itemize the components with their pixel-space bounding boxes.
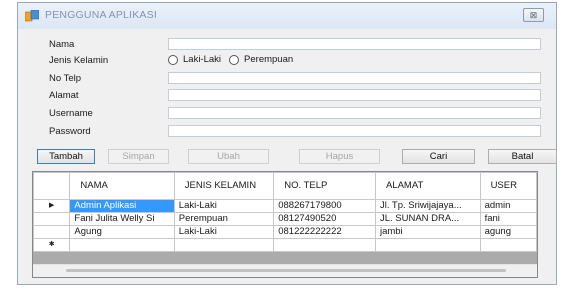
no-telp-label: No Telp bbox=[49, 73, 82, 84]
cell-user[interactable]: agung bbox=[479, 225, 537, 239]
cell-nama[interactable]: Fani Julita Welly Si bbox=[69, 212, 175, 226]
new-row-icon[interactable]: ✱ bbox=[33, 238, 71, 252]
column-header-alamat[interactable]: ALAMAT bbox=[374, 172, 481, 200]
cell-jenis-kelamin[interactable]: Perempuan bbox=[173, 212, 275, 226]
current-row-icon[interactable]: ▶ bbox=[33, 199, 71, 213]
cell-alamat[interactable]: JL. SUNAN DRA... bbox=[374, 212, 481, 226]
cell-user[interactable] bbox=[479, 238, 537, 252]
cell-jenis-kelamin[interactable] bbox=[173, 238, 275, 252]
simpan-button[interactable]: Simpan bbox=[108, 149, 169, 164]
row-header-corner[interactable] bbox=[33, 172, 71, 200]
cell-jenis-kelamin[interactable]: Laki-Laki bbox=[173, 199, 275, 213]
jenis-kelamin-label: Jenis Kelamin bbox=[49, 55, 109, 66]
no-telp-row: No Telp bbox=[32, 71, 546, 87]
window-title: PENGGUNA APLIKASI bbox=[45, 9, 157, 21]
cell-alamat[interactable]: jambi bbox=[374, 225, 481, 239]
cell-alamat[interactable]: Jl. Tp. Sriwijajaya... bbox=[374, 199, 481, 213]
cell-user[interactable]: admin bbox=[479, 199, 537, 213]
column-header-jenis-kelamin[interactable]: JENIS KELAMIN bbox=[173, 172, 275, 200]
jenis-kelamin-row: Jenis Kelamin Laki-Laki Perempuan bbox=[32, 53, 546, 69]
column-header-user[interactable]: USER bbox=[479, 172, 537, 200]
scrollbar-thumb[interactable] bbox=[66, 269, 506, 272]
password-input[interactable] bbox=[168, 125, 541, 137]
nama-input[interactable] bbox=[168, 38, 541, 50]
gender-radio-group: Laki-Laki Perempuan bbox=[168, 54, 301, 65]
column-header-nama[interactable]: NAMA bbox=[69, 172, 175, 200]
cell-no-telp[interactable] bbox=[273, 238, 376, 252]
cell-no-telp[interactable]: 08127490520 bbox=[273, 212, 376, 226]
column-header-no-telp[interactable]: NO. TELP bbox=[273, 172, 376, 200]
cell-no-telp[interactable]: 081222222222 bbox=[273, 225, 376, 239]
radio-laki-laki-label[interactable]: Laki-Laki bbox=[183, 54, 221, 65]
title-bar[interactable]: PENGGUNA APLIKASI ⊠ bbox=[18, 3, 556, 29]
cell-no-telp[interactable]: 088267179800 bbox=[273, 199, 376, 213]
alamat-label: Alamat bbox=[49, 90, 79, 101]
tambah-button[interactable]: Tambah bbox=[37, 149, 95, 164]
alamat-row: Alamat bbox=[32, 88, 546, 104]
ubah-button[interactable]: Ubah bbox=[188, 149, 269, 164]
radio-perempuan[interactable] bbox=[229, 54, 240, 65]
close-button[interactable]: ⊠ bbox=[523, 8, 544, 22]
row-header[interactable] bbox=[33, 212, 71, 226]
cell-user[interactable]: fani bbox=[479, 212, 537, 226]
nama-row: Nama bbox=[32, 37, 546, 53]
radio-laki-laki[interactable] bbox=[168, 54, 178, 65]
password-label: Password bbox=[49, 126, 91, 137]
radio-perempuan-label[interactable]: Perempuan bbox=[244, 54, 293, 65]
app-window: PENGGUNA APLIKASI ⊠ Nama Jenis Kelamin L… bbox=[17, 2, 557, 285]
row-header[interactable] bbox=[33, 225, 71, 239]
table-row[interactable]: Fani Julita Welly Si Perempuan 081274905… bbox=[33, 212, 537, 226]
alamat-input[interactable] bbox=[168, 89, 541, 101]
hapus-button[interactable]: Hapus bbox=[299, 149, 380, 164]
horizontal-scrollbar[interactable] bbox=[33, 264, 537, 277]
cell-nama[interactable] bbox=[69, 238, 175, 252]
nama-label: Nama bbox=[49, 39, 75, 50]
batal-button[interactable]: Batal bbox=[488, 149, 557, 164]
table-row[interactable]: Agung Laki-Laki 081222222222 jambi agung bbox=[33, 225, 537, 239]
password-row: Password bbox=[32, 124, 546, 140]
close-icon: ⊠ bbox=[529, 10, 538, 20]
username-row: Username bbox=[32, 106, 546, 122]
table-row[interactable]: ▶ Admin Aplikasi Laki-Laki 088267179800 … bbox=[33, 199, 537, 213]
cell-alamat[interactable] bbox=[374, 238, 481, 252]
username-input[interactable] bbox=[168, 107, 541, 119]
users-table: NAMA JENIS KELAMIN NO. TELP ALAMAT USER … bbox=[33, 172, 537, 252]
table-header-row: NAMA JENIS KELAMIN NO. TELP ALAMAT USER bbox=[33, 172, 537, 200]
button-bar: Tambah Simpan Ubah Hapus Cari Batal bbox=[32, 149, 557, 165]
cell-nama[interactable]: Agung bbox=[69, 225, 175, 239]
cell-jenis-kelamin[interactable]: Laki-Laki bbox=[173, 225, 275, 239]
cell-nama[interactable]: Admin Aplikasi bbox=[69, 199, 175, 213]
app-icon bbox=[25, 10, 39, 22]
users-data-grid[interactable]: NAMA JENIS KELAMIN NO. TELP ALAMAT USER … bbox=[32, 171, 538, 278]
no-telp-input[interactable] bbox=[168, 72, 541, 84]
username-label: Username bbox=[49, 108, 93, 119]
new-row[interactable]: ✱ bbox=[33, 238, 537, 252]
cari-button[interactable]: Cari bbox=[402, 149, 475, 164]
